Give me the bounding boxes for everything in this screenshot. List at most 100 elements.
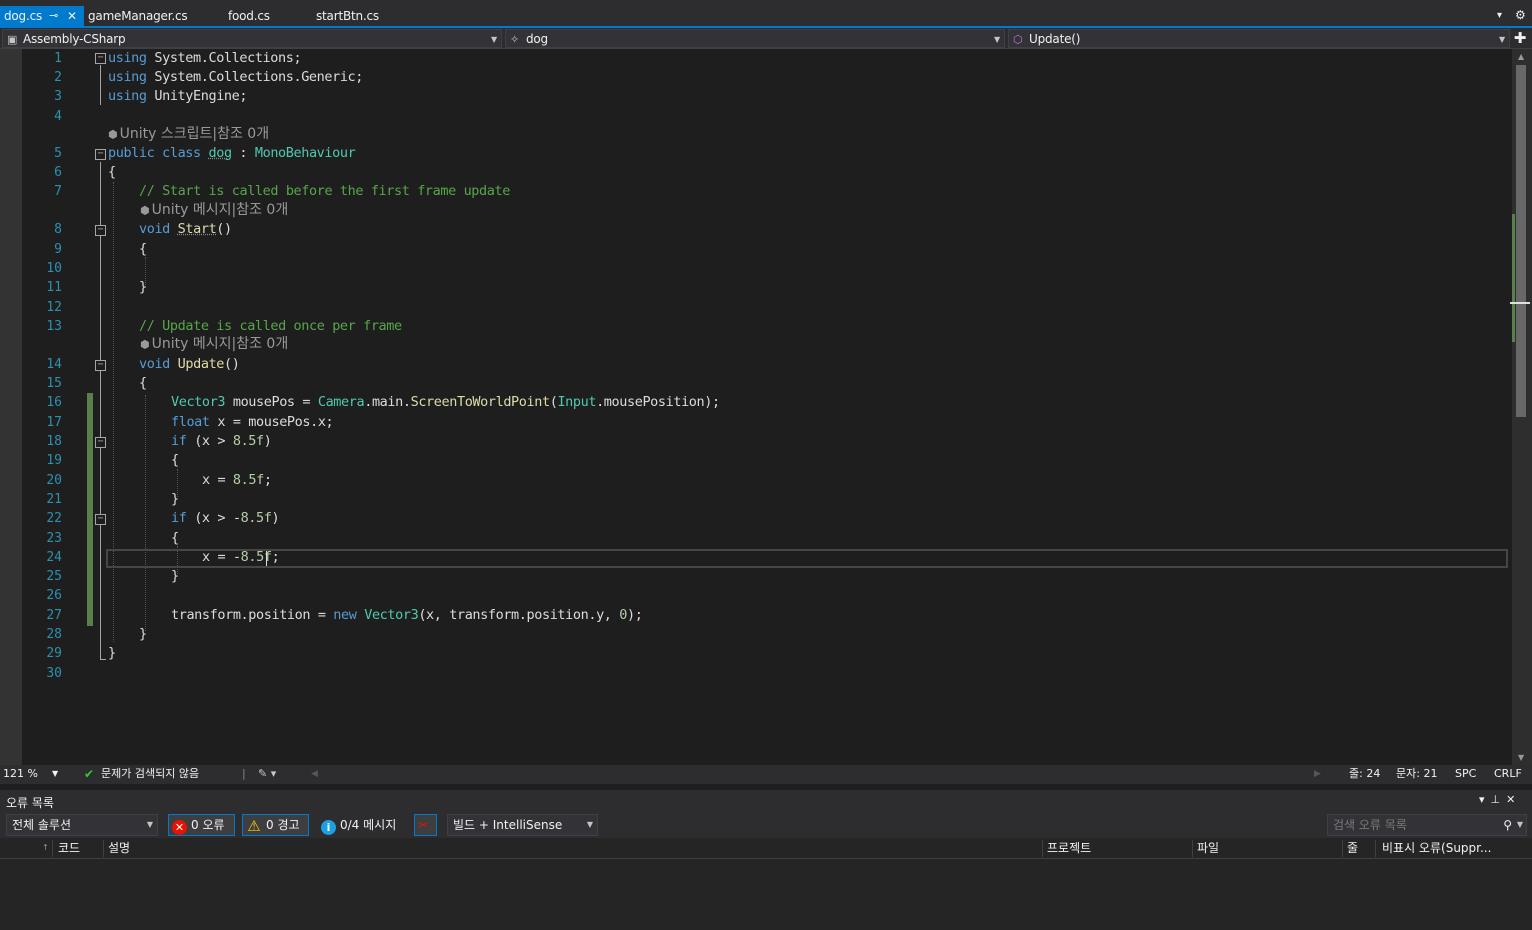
column-suppression[interactable]: 비표시 오류(Suppr... <box>1382 838 1491 858</box>
collapse-icon[interactable]: − <box>95 437 106 448</box>
code-line[interactable]: using System.Collections; <box>108 49 302 68</box>
keyword: public <box>108 145 155 161</box>
fold-outline <box>100 371 101 641</box>
project-dropdown[interactable]: ▣ Assembly-CSharp ▼ <box>2 29 502 48</box>
error-search-input[interactable]: 검색 오류 목록 ⚲ ▼ <box>1327 814 1527 836</box>
tab-overflow-icon[interactable]: ▾ <box>1497 10 1502 21</box>
close-icon[interactable]: ✕ <box>67 6 77 26</box>
line-number: 21 <box>46 492 62 507</box>
panel-window-buttons[interactable]: ▾⊥✕ <box>1479 793 1521 806</box>
code-line[interactable]: } <box>139 625 147 644</box>
collapse-icon[interactable]: − <box>95 514 106 525</box>
column-line[interactable]: 줄 <box>1347 838 1358 858</box>
comment: // Start is called before the first fram… <box>139 183 510 199</box>
code-line[interactable]: if (x > -8.5f) <box>171 509 280 528</box>
vertical-scrollbar[interactable]: ▲ ▼ <box>1510 49 1532 765</box>
code-text: () <box>216 221 232 237</box>
line-number: 30 <box>46 666 62 681</box>
line-number: 9 <box>54 242 62 257</box>
scroll-right-icon[interactable]: ▶ <box>1314 765 1321 783</box>
warning-icon: ⚠ <box>247 817 261 835</box>
line-number: 29 <box>46 646 62 661</box>
code-cleanup-icon[interactable]: ✎ ▾ <box>258 765 276 783</box>
code-line[interactable]: { <box>108 163 116 182</box>
code-line[interactable]: } <box>108 644 116 663</box>
tab-food-cs[interactable]: food.cs <box>224 6 304 26</box>
code-line[interactable]: { <box>171 451 179 470</box>
scrollbar-thumb[interactable] <box>1516 65 1526 417</box>
scroll-down-icon[interactable]: ▼ <box>1518 753 1524 762</box>
code-line[interactable]: void Update() <box>139 355 240 374</box>
code-line[interactable]: transform.position = new Vector3(x, tran… <box>171 606 643 625</box>
line-ending-indicator[interactable]: CRLF <box>1494 765 1522 783</box>
scope-dropdown[interactable]: 전체 솔루션 ▼ <box>6 814 158 836</box>
chevron-down-icon[interactable]: ▼ <box>1517 815 1523 835</box>
warnings-filter-button[interactable]: ⚠ 0 경고 <box>242 814 309 836</box>
tab-dog-cs[interactable]: dog.cs ⊸ ✕ <box>0 6 84 26</box>
messages-filter-button[interactable]: i 0/4 메시지 <box>317 814 407 836</box>
line-number: 23 <box>46 531 62 546</box>
scroll-left-icon[interactable]: ◀ <box>311 765 318 783</box>
code-line[interactable]: x = -8.5f; <box>202 548 280 567</box>
type-name: Vector3 <box>364 607 419 623</box>
scroll-up-icon[interactable]: ▲ <box>1518 52 1524 61</box>
collapse-icon[interactable]: − <box>95 149 106 160</box>
filter-toggle-button[interactable]: ✂ <box>414 814 437 836</box>
code-editor[interactable]: 1 − using System.Collections; 2 using Sy… <box>0 49 1512 765</box>
code-line[interactable]: } <box>139 278 147 297</box>
code-line[interactable]: float x = mousePos.x; <box>171 413 334 432</box>
code-text: { <box>139 375 147 391</box>
fold-outline-end <box>100 659 106 660</box>
method-name: Start <box>177 221 217 237</box>
code-line[interactable]: // Start is called before the first fram… <box>139 182 510 201</box>
whitespace-indicator[interactable]: SPC <box>1455 765 1476 783</box>
code-line[interactable]: { <box>171 529 179 548</box>
column-project[interactable]: 프로젝트 <box>1047 838 1091 858</box>
codelens-references[interactable]: ⬢ Unity 메시지|참조 0개 <box>140 335 288 354</box>
collapse-icon[interactable]: − <box>95 225 106 236</box>
code-line[interactable]: using UnityEngine; <box>108 87 248 106</box>
zoom-level[interactable]: 121 % <box>3 765 38 783</box>
number-literal: 8.5f <box>240 510 272 526</box>
pin-icon[interactable]: ⊥ <box>1491 793 1507 806</box>
collapse-icon[interactable]: − <box>95 360 106 371</box>
code-line[interactable]: public class dog : MonoBehaviour <box>108 144 356 163</box>
line-indicator[interactable]: 줄: 24 <box>1349 765 1380 783</box>
sort-icon[interactable]: ↑ <box>42 838 49 858</box>
chevron-down-icon[interactable]: ▾ <box>1479 793 1491 806</box>
close-icon[interactable]: ✕ <box>1506 793 1521 806</box>
code-line[interactable]: Vector3 mousePos = Camera.main.ScreenToW… <box>171 393 720 412</box>
build-filter-dropdown[interactable]: 빌드 + IntelliSense ▼ <box>447 814 598 836</box>
info-icon: i <box>321 820 336 835</box>
chevron-down-icon[interactable]: ▼ <box>52 765 58 783</box>
code-line[interactable]: using System.Collections.Generic; <box>108 68 363 87</box>
search-icon[interactable]: ⚲ <box>1503 815 1512 835</box>
collapse-icon[interactable]: − <box>95 53 106 64</box>
column-indicator[interactable]: 문자: 21 <box>1396 765 1437 783</box>
code-line[interactable]: void Start() <box>139 220 232 239</box>
tab-startbtn-cs[interactable]: startBtn.cs <box>312 6 402 26</box>
type-name: Camera <box>317 394 365 410</box>
code-line[interactable]: { <box>139 240 147 259</box>
class-dropdown[interactable]: ✧ dog ▼ <box>505 29 1005 48</box>
code-line[interactable]: } <box>171 567 179 586</box>
code-line[interactable]: if (x > 8.5f) <box>171 432 272 451</box>
code-line[interactable]: // Update is called once per frame <box>139 317 402 336</box>
column-description[interactable]: 설명 <box>108 838 130 858</box>
errors-filter-button[interactable]: ✕ 0 오류 <box>168 814 235 836</box>
keyword: class <box>162 145 201 161</box>
pin-icon[interactable]: ⊸ <box>49 6 58 26</box>
codelens-references[interactable]: ⬢ Unity 스크립트|참조 0개 <box>108 125 269 144</box>
issues-indicator[interactable]: 문제가 검색되지 않음 <box>101 765 199 783</box>
tab-gamemanager-cs[interactable]: gameManager.cs <box>84 6 214 26</box>
codelens-references[interactable]: ⬢ Unity 메시지|참조 0개 <box>140 201 288 220</box>
split-window-icon[interactable]: ✚ <box>1511 29 1529 48</box>
gear-icon[interactable]: ⚙ <box>1515 8 1526 22</box>
code-line[interactable]: x = 8.5f; <box>202 471 272 490</box>
code-line[interactable]: { <box>139 374 147 393</box>
code-text: System.Collections.Generic; <box>146 69 364 85</box>
code-line[interactable]: } <box>171 490 179 509</box>
column-code[interactable]: 코드 <box>58 838 80 858</box>
column-file[interactable]: 파일 <box>1197 838 1219 858</box>
member-dropdown[interactable]: ⬡ Update() ▼ <box>1008 29 1510 48</box>
